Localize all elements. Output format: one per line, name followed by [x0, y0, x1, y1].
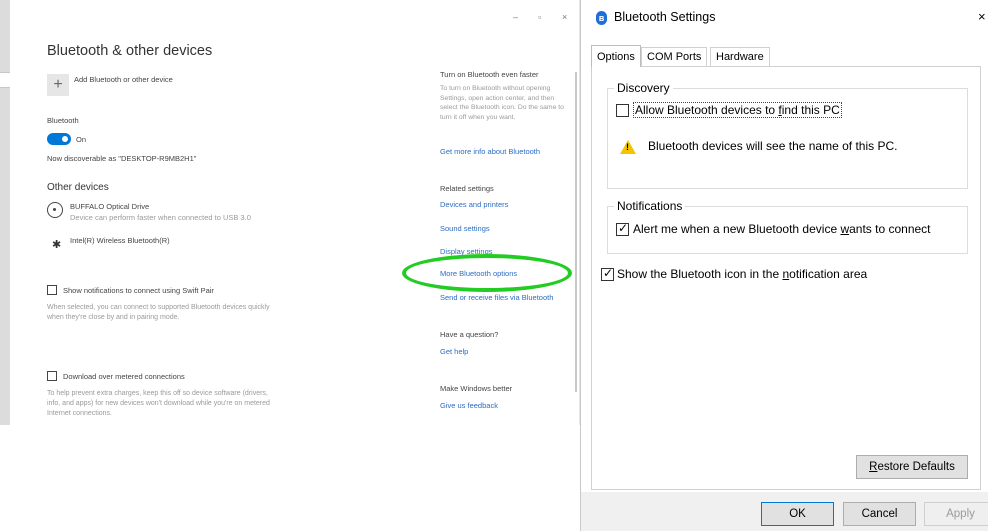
question-heading: Have a question? — [440, 330, 499, 339]
bluetooth-settings-dialog: ʙ Bluetooth Settings × Options COM Ports… — [580, 0, 988, 531]
restore-defaults-button[interactable]: Restore Defaults — [856, 455, 968, 479]
show-tray-icon-label[interactable]: Show the Bluetooth icon in the notificat… — [617, 267, 867, 281]
ok-button[interactable]: OK — [761, 502, 834, 526]
allow-discovery-label[interactable]: Allow Bluetooth devices to find this PC — [633, 102, 842, 118]
related-settings-heading: Related settings — [440, 184, 494, 193]
bluetooth-toggle-state: On — [76, 135, 87, 144]
tab-com-ports[interactable]: COM Ports — [641, 47, 708, 66]
close-button[interactable]: × — [562, 12, 567, 22]
swift-pair-checkbox[interactable] — [47, 285, 57, 295]
tab-options[interactable]: Options — [591, 45, 641, 67]
warning-icon: ! — [620, 140, 636, 154]
bluetooth-icon: ʙ — [596, 11, 607, 25]
cancel-button[interactable]: Cancel — [843, 502, 916, 526]
device-name[interactable]: Intel(R) Wireless Bluetooth(R) — [70, 236, 170, 245]
faster-description: To turn on Bluetooth without opening Set… — [440, 85, 564, 121]
other-devices-heading: Other devices — [47, 182, 109, 193]
send-receive-files-link[interactable]: Send or receive files via Bluetooth — [440, 293, 553, 302]
get-help-link[interactable]: Get help — [440, 347, 468, 356]
more-info-link[interactable]: Get more info about Bluetooth — [440, 147, 540, 156]
device-name[interactable]: BUFFALO Optical Drive — [70, 202, 149, 211]
minimize-button[interactable]: – — [513, 12, 518, 22]
discovery-warning-text: Bluetooth devices will see the name of t… — [648, 139, 898, 153]
bluetooth-label: Bluetooth — [47, 116, 79, 125]
apply-button[interactable]: Apply — [924, 502, 988, 526]
dialog-title: Bluetooth Settings — [614, 10, 716, 24]
metered-description: To help prevent extra charges, keep this… — [47, 390, 270, 417]
swift-pair-label[interactable]: Show notifications to connect using Swif… — [63, 286, 214, 295]
page-title: Bluetooth & other devices — [47, 43, 213, 59]
devices-printers-link[interactable]: Devices and printers — [440, 200, 508, 209]
bluetooth-icon: ✱ — [52, 239, 62, 251]
scrollbar[interactable] — [575, 72, 577, 392]
device-detail: Device can perform faster when connected… — [70, 213, 251, 222]
sound-settings-link[interactable]: Sound settings — [440, 224, 490, 233]
dialog-title-bar: ʙ Bluetooth Settings × — [581, 0, 988, 36]
background-window-strip — [0, 0, 10, 425]
show-tray-icon-checkbox[interactable] — [601, 266, 614, 281]
dialog-button-bar: OK Cancel Apply — [581, 492, 988, 531]
feedback-heading: Make Windows better — [440, 384, 513, 393]
tab-hardware[interactable]: Hardware — [710, 47, 770, 66]
notifications-group: Notifications Alert me when a new Blueto… — [607, 199, 968, 254]
allow-discovery-checkbox[interactable] — [616, 104, 629, 117]
add-device-label[interactable]: Add Bluetooth or other device — [74, 75, 173, 84]
add-device-button[interactable]: + — [47, 74, 69, 96]
faster-heading: Turn on Bluetooth even faster — [440, 70, 539, 79]
settings-window: – ▫ × Bluetooth & other devices + Add Bl… — [10, 0, 580, 425]
discoverable-text: Now discoverable as "DESKTOP-R9MB2H1" — [47, 154, 197, 163]
bluetooth-toggle[interactable] — [47, 133, 71, 145]
optical-drive-icon — [47, 202, 63, 218]
alert-new-device-checkbox[interactable] — [616, 221, 629, 236]
metered-checkbox[interactable] — [47, 371, 57, 381]
highlight-annotation — [402, 254, 572, 292]
notifications-group-label: Notifications — [614, 199, 686, 213]
discovery-group-label: Discovery — [614, 81, 673, 95]
dialog-close-button[interactable]: × — [978, 9, 986, 24]
discovery-group: Discovery Allow Bluetooth devices to fin… — [607, 81, 968, 189]
maximize-button[interactable]: ▫ — [538, 12, 541, 22]
options-panel: Discovery Allow Bluetooth devices to fin… — [591, 66, 981, 490]
alert-new-device-label[interactable]: Alert me when a new Bluetooth device wan… — [633, 222, 931, 236]
metered-label[interactable]: Download over metered connections — [63, 372, 185, 381]
feedback-link[interactable]: Give us feedback — [440, 401, 498, 410]
swift-pair-description: When selected, you can connect to suppor… — [47, 304, 270, 321]
